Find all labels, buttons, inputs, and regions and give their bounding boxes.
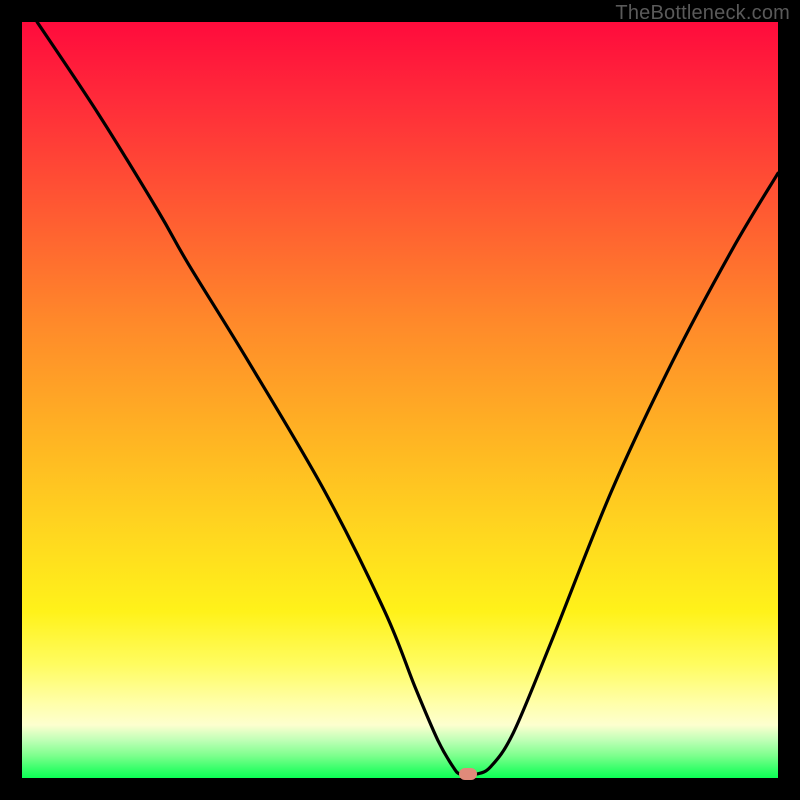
chart-frame: TheBottleneck.com bbox=[0, 0, 800, 800]
watermark-text: TheBottleneck.com bbox=[615, 2, 790, 25]
gradient-background bbox=[22, 22, 778, 778]
optimal-point-marker bbox=[459, 768, 477, 780]
